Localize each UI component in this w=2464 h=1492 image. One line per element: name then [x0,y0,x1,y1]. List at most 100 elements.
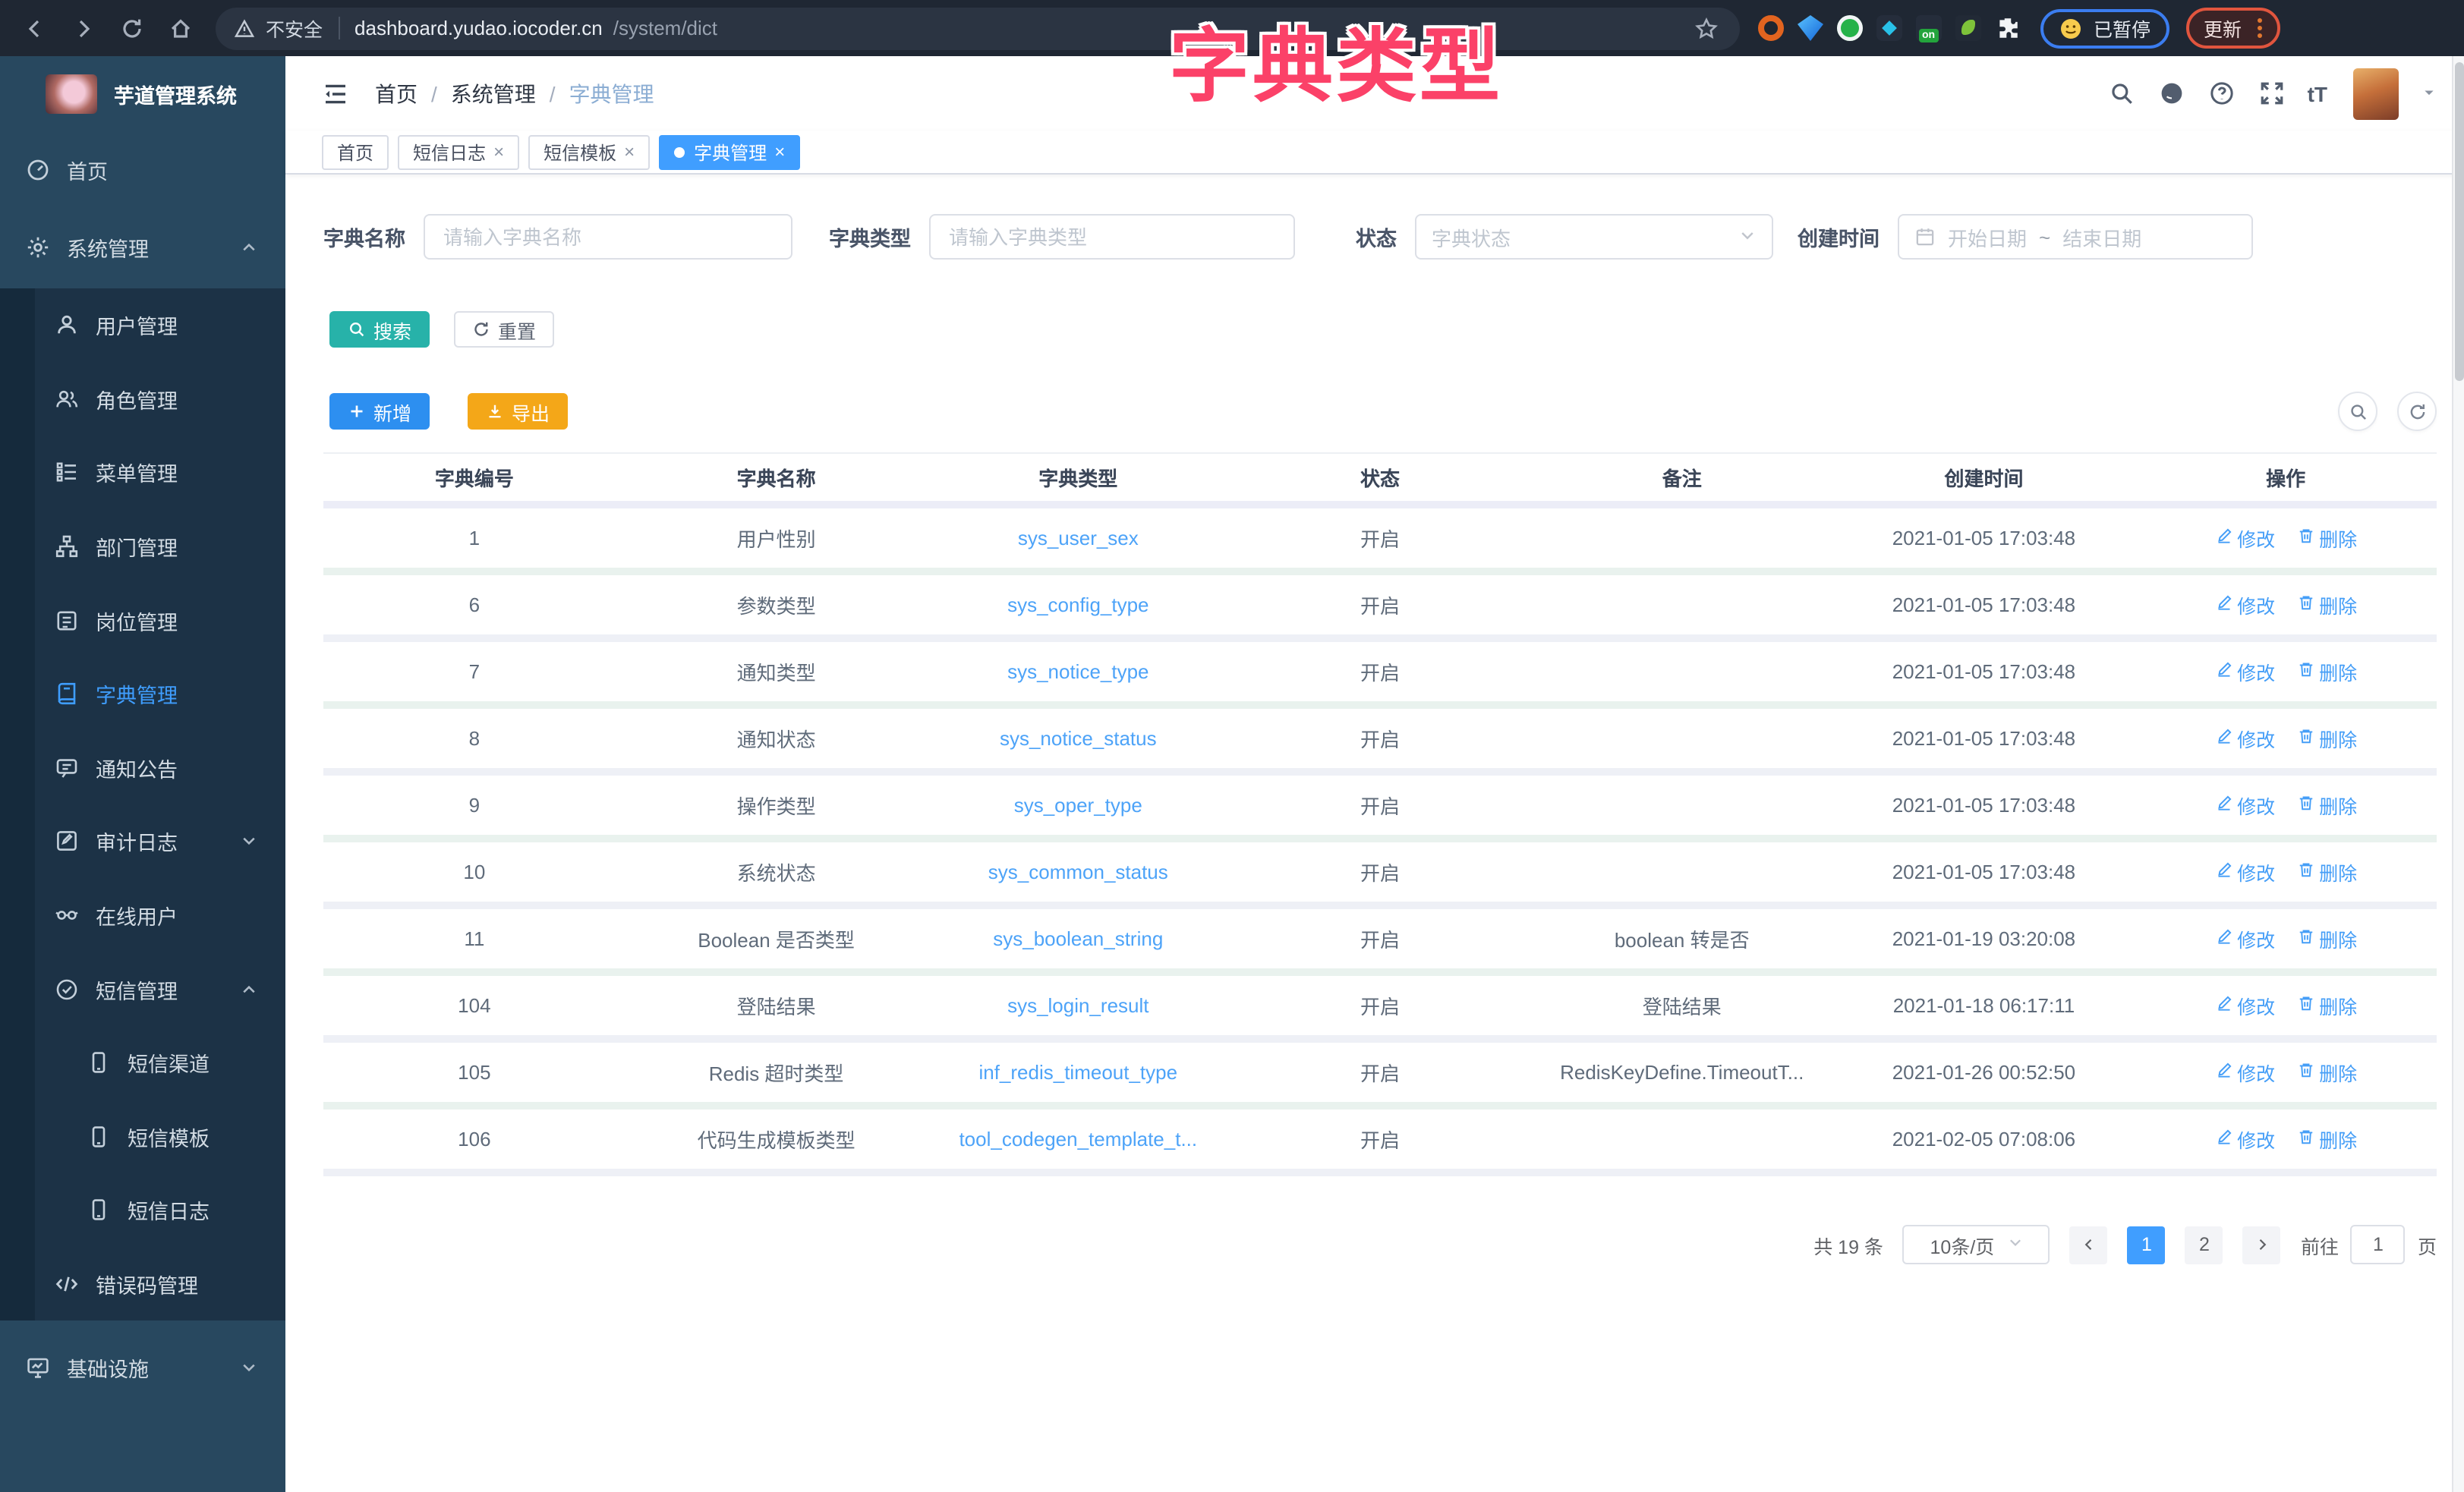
tab-首页[interactable]: 首页 [322,134,389,169]
prev-page-button[interactable] [2070,1226,2108,1264]
reload-icon[interactable] [109,7,155,49]
dict-type-link[interactable]: sys_login_result [927,976,1229,1035]
sidebar-item-errcode[interactable]: 错误码管理 [0,1247,285,1320]
page-number-2[interactable]: 2 [2185,1226,2223,1264]
breadcrumb-item[interactable]: 首页 [375,78,417,109]
sidebar-item-sms-channel[interactable]: 短信渠道 [0,1026,285,1100]
help-icon[interactable] [2207,78,2238,109]
breadcrumb-item[interactable]: 系统管理 [451,78,536,109]
edit-link[interactable]: 修改 [2214,724,2275,753]
tab-字典管理[interactable]: 字典管理× [659,134,800,169]
dict-type-link[interactable]: sys_notice_type [927,642,1229,701]
github-icon[interactable] [2157,78,2188,109]
back-icon[interactable] [12,7,58,49]
close-icon[interactable]: × [774,141,785,162]
sidebar-item-role[interactable]: 角色管理 [0,362,285,436]
bookmark-star-icon[interactable] [1691,7,1722,49]
page-scrollbar[interactable] [2452,56,2464,1492]
sidebar-item-sms-log[interactable]: 短信日志 [0,1173,285,1247]
dict-type-link[interactable]: sys_notice_status [1000,727,1157,750]
sidebar-item-user[interactable]: 用户管理 [0,288,285,362]
dict-type-link[interactable]: sys_oper_type [927,776,1229,835]
date-range-picker[interactable]: 开始日期 ~ 结束日期 [1898,214,2253,260]
sidebar-item-online[interactable]: 在线用户 [0,879,285,952]
extension-on-icon[interactable]: on [1916,15,1942,41]
dict-type-input[interactable] [929,214,1295,260]
sidebar-item-audit[interactable]: 审计日志 [0,804,285,878]
forward-icon[interactable] [61,7,106,49]
delete-link[interactable]: 删除 [2296,991,2357,1020]
extension-diamond-icon[interactable] [1876,15,1902,41]
dict-type-link[interactable]: sys_boolean_string [993,927,1163,950]
edit-link[interactable]: 修改 [2214,657,2275,686]
sidebar-item-infra[interactable]: 基础设施 [0,1321,285,1415]
dict-type-link[interactable]: sys_config_type [927,575,1229,634]
edit-link[interactable]: 修改 [2214,924,2275,953]
close-icon[interactable]: × [493,141,504,162]
sidebar-item-dept[interactable]: 部门管理 [0,510,285,584]
dict-type-link[interactable]: sys_user_sex [927,508,1229,568]
close-icon[interactable]: × [624,141,635,162]
edit-link[interactable]: 修改 [2214,590,2275,619]
dict-type-link[interactable]: sys_common_status [927,842,1229,902]
next-page-button[interactable] [2243,1226,2281,1264]
delete-link[interactable]: 删除 [2296,524,2357,552]
browser-menu-icon[interactable] [2257,18,2261,38]
extensions-puzzle-icon[interactable] [1995,15,2021,41]
toggle-search-button[interactable] [2338,392,2377,431]
dict-name-input[interactable] [424,214,792,260]
sidebar-item-home[interactable]: 首页 [0,132,285,206]
dict-type-link[interactable]: sys_boolean_string [927,909,1229,968]
dict-type-link[interactable]: inf_redis_timeout_type [927,1043,1229,1102]
add-button[interactable]: 新增 [329,393,430,430]
chevron-down-icon[interactable] [2421,80,2437,107]
profile-paused-chip[interactable]: 已暂停 [2040,8,2169,48]
sidebar-item-dict[interactable]: 字典管理 [0,657,285,731]
delete-link[interactable]: 删除 [2296,791,2357,820]
refresh-button[interactable] [2397,392,2437,431]
scrollbar-thumb[interactable] [2455,62,2464,381]
collapse-sidebar-icon[interactable] [322,80,349,107]
sidebar-item-menu[interactable]: 菜单管理 [0,436,285,509]
sidebar-item-system[interactable]: 系统管理 [0,206,285,288]
reset-button[interactable]: 重置 [454,311,554,348]
extension-gem-icon[interactable] [1798,15,1823,41]
goto-page-input[interactable] [2351,1225,2406,1264]
tab-短信模板[interactable]: 短信模板× [528,134,650,169]
page-size-select[interactable]: 10条/页 [1903,1225,2050,1264]
edit-link[interactable]: 修改 [2214,524,2275,552]
delete-link[interactable]: 删除 [2296,1058,2357,1087]
delete-link[interactable]: 删除 [2296,858,2357,886]
edit-link[interactable]: 修改 [2214,858,2275,886]
dict-type-link[interactable]: sys_common_status [988,861,1168,883]
delete-link[interactable]: 删除 [2296,657,2357,686]
dict-type-link[interactable]: inf_redis_timeout_type [978,1061,1177,1084]
sidebar-item-notice[interactable]: 通知公告 [0,731,285,804]
delete-link[interactable]: 删除 [2296,590,2357,619]
search-button[interactable]: 搜索 [329,311,430,348]
edit-link[interactable]: 修改 [2214,1058,2275,1087]
edit-link[interactable]: 修改 [2214,791,2275,820]
dict-type-link[interactable]: sys_oper_type [1014,794,1142,817]
search-icon[interactable] [2107,78,2138,109]
user-avatar[interactable] [2353,68,2399,119]
home-icon[interactable] [158,7,203,49]
sidebar-item-sms-template[interactable]: 短信模板 [0,1100,285,1173]
dict-type-link[interactable]: sys_notice_status [927,709,1229,768]
sidebar-item-sms[interactable]: 短信管理 [0,952,285,1026]
update-button[interactable]: 更新 [2185,8,2280,49]
page-number-1[interactable]: 1 [2128,1226,2166,1264]
dict-type-link[interactable]: sys_config_type [1007,593,1149,616]
status-select[interactable]: 字典状态 [1415,214,1773,260]
sidebar-item-post[interactable]: 岗位管理 [0,584,285,657]
dict-type-link[interactable]: sys_login_result [1007,994,1149,1017]
tab-短信日志[interactable]: 短信日志× [398,134,519,169]
font-size-icon[interactable]: tT [2308,78,2327,109]
delete-link[interactable]: 删除 [2296,1125,2357,1154]
delete-link[interactable]: 删除 [2296,724,2357,753]
extension-orange-icon[interactable] [1758,15,1784,41]
dict-type-link[interactable]: sys_notice_type [1007,660,1149,683]
dict-type-link[interactable]: tool_codegen_template_t... [927,1110,1229,1169]
address-bar[interactable]: 不安全 dashboard.yudao.iocoder.cn/system/di… [216,7,1740,49]
edit-link[interactable]: 修改 [2214,991,2275,1020]
